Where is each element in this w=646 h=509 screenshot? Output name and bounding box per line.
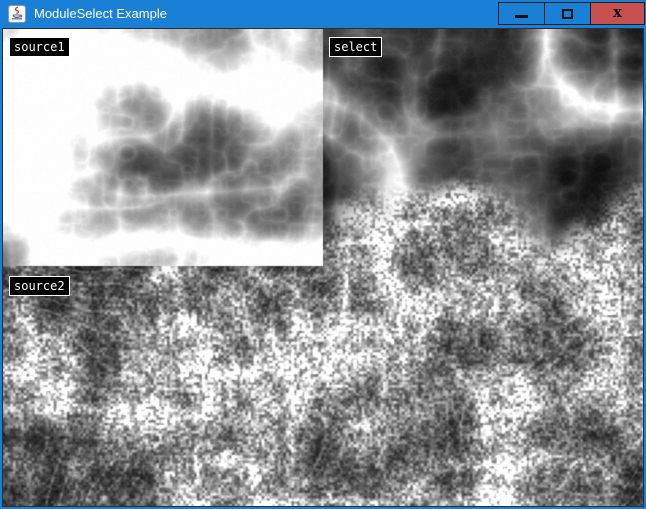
titlebar[interactable]: ModuleSelect Example x bbox=[0, 0, 646, 28]
maximize-icon bbox=[562, 9, 573, 19]
minimize-button[interactable] bbox=[498, 2, 545, 25]
render-area bbox=[2, 28, 644, 507]
label-source1: source1 bbox=[9, 37, 70, 57]
maximize-button[interactable] bbox=[544, 2, 591, 25]
window-title: ModuleSelect Example bbox=[34, 0, 167, 28]
java-app-icon bbox=[8, 5, 26, 23]
close-icon: x bbox=[613, 5, 622, 20]
noise-canvas bbox=[3, 29, 643, 506]
close-button[interactable]: x bbox=[590, 2, 645, 25]
app-window: ModuleSelect Example x source1 select so… bbox=[0, 0, 646, 509]
minimize-icon bbox=[515, 15, 528, 18]
label-select: select bbox=[329, 37, 382, 57]
label-source2: source2 bbox=[9, 276, 70, 296]
